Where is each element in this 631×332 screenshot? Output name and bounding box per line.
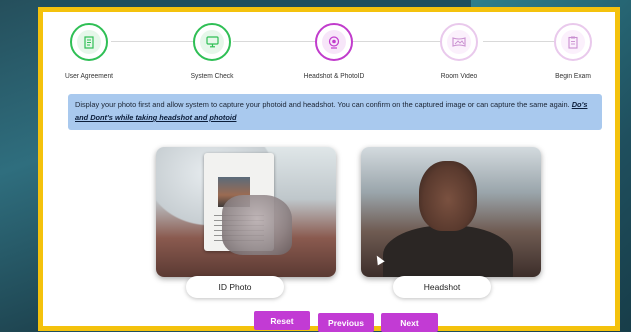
proctoring-panel: User Agreement System Check Headshot & P… (38, 7, 620, 332)
id-photo-preview (156, 147, 336, 277)
headshot-capture-button[interactable]: Headshot (393, 276, 491, 298)
next-button[interactable]: Next (381, 313, 438, 332)
step-label: User Agreement (64, 73, 114, 80)
instructions-banner: Display your photo first and allow syste… (68, 94, 602, 130)
step-begin-exam[interactable]: Begin Exam (518, 18, 628, 80)
id-photo-capture-button[interactable]: ID Photo (186, 276, 284, 298)
step-system-check[interactable]: System Check (157, 18, 267, 80)
step-room-video[interactable]: Room Video (404, 18, 514, 80)
step-circle (554, 23, 592, 61)
step-circle (440, 23, 478, 61)
step-circle (193, 23, 231, 61)
instructions-text: Display your photo first and allow syste… (75, 100, 570, 109)
monitor-icon (205, 36, 219, 48)
step-label: Headshot & PhotoID (303, 73, 365, 80)
stepper: User Agreement System Check Headshot & P… (43, 18, 615, 88)
hand-image (222, 195, 292, 255)
step-circle (315, 23, 353, 61)
webcam-icon (328, 35, 340, 49)
headshot-preview (361, 147, 541, 277)
step-label: Begin Exam (555, 73, 591, 80)
step-user-agreement[interactable]: User Agreement (34, 18, 144, 80)
document-icon (84, 35, 94, 49)
face-image (419, 161, 477, 231)
step-circle (70, 23, 108, 61)
reset-button[interactable]: Reset (254, 311, 310, 330)
previous-button[interactable]: Previous (318, 313, 374, 332)
exam-icon (568, 36, 578, 49)
step-headshot-photoid[interactable]: Headshot & PhotoID (279, 18, 389, 80)
step-label: Room Video (440, 73, 478, 80)
panorama-icon (452, 37, 466, 47)
step-label: System Check (190, 73, 234, 80)
